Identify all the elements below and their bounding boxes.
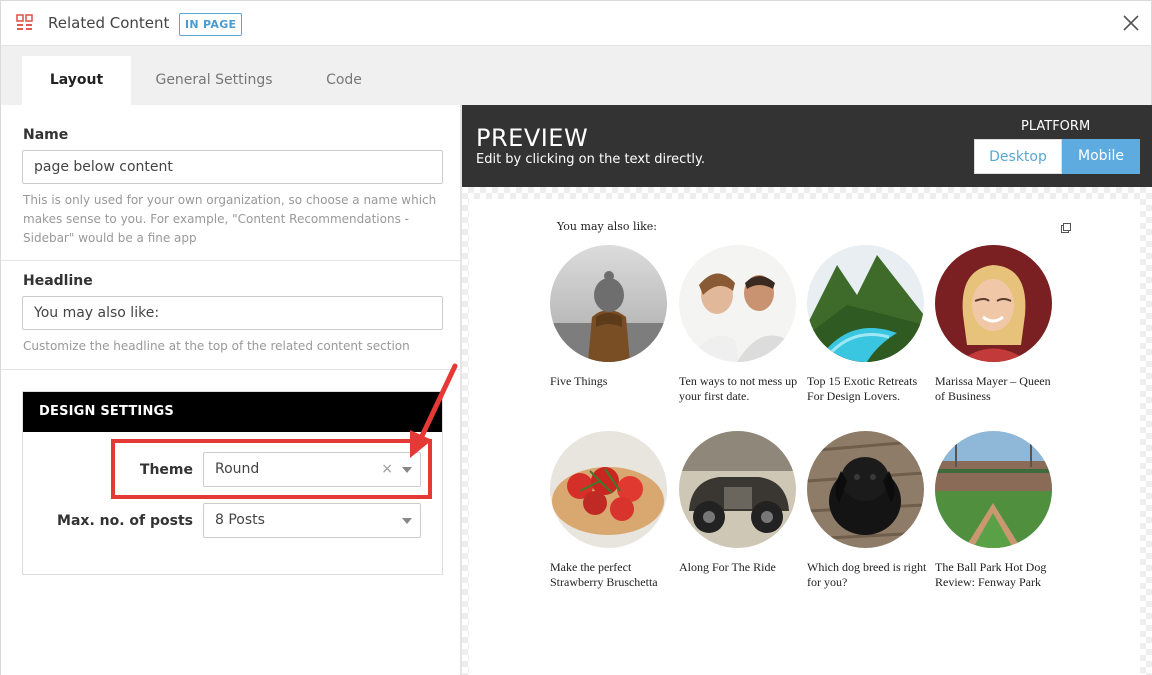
related-item[interactable]: Ten ways to not mess up your first date. [679,245,797,404]
related-item-title: Top 15 Exotic Retreats For Design Lovers… [807,374,918,403]
related-headline[interactable]: You may also like: [557,220,657,233]
theme-highlight-box [111,439,432,499]
preview-subtitle: Edit by clicking on the text directly. [476,152,705,167]
tab-bar: Layout General Settings Code [0,46,1152,105]
woman-portrait-thumbnail [935,245,1052,362]
related-item[interactable]: Top 15 Exotic Retreats For Design Lovers… [807,245,925,404]
preview-panel: PREVIEW Edit by clicking on the text dir… [462,105,1152,675]
related-item[interactable]: Which dog breed is right for you? [806,431,927,590]
expand-icon[interactable] [1061,223,1071,233]
related-item-title: Make the perfect Strawberry Bruschetta [550,560,658,589]
related-item[interactable]: Marissa Mayer – Queen of Business [935,245,1053,404]
vintage-car-thumbnail [679,431,796,548]
in-page-badge: IN PAGE [179,13,243,36]
chevron-down-icon [402,518,412,524]
tropical-pool-thumbnail [807,245,924,362]
headline-help-text: Customize the headline at the top of the… [23,339,410,353]
dialog-titlebar: Related Content IN PAGE [0,0,1152,46]
preview-title: PREVIEW [476,124,589,152]
related-item-title: Five Things [550,374,608,388]
preview-header: PREVIEW Edit by clicking on the text dir… [462,105,1152,187]
related-item-title: Marissa Mayer – Queen of Business [935,374,1051,403]
mobile-button[interactable]: Mobile [1062,139,1140,174]
headline-label: Headline [23,273,93,289]
name-help-text: This is only used for your own organizat… [23,193,437,245]
preview-canvas: You may also like: Five Things Ten ways … [462,187,1152,675]
related-item[interactable]: Five Things [550,245,668,389]
related-item[interactable]: The Ball Park Hot Dog Review: Fenway Par… [935,431,1053,590]
name-input[interactable]: page below content [22,150,443,184]
person-knit-hat-thumbnail [550,245,667,362]
couple-smiling-thumbnail [679,245,796,362]
tab-layout[interactable]: Layout [22,56,131,105]
desktop-button[interactable]: Desktop [974,139,1062,174]
black-puppy-thumbnail [806,431,925,548]
max-posts-label: Max. no. of posts [57,513,193,529]
tab-code[interactable]: Code [311,56,377,105]
related-content-icon [16,14,33,30]
related-item-title: Which dog breed is right for you? [807,560,927,589]
close-icon[interactable] [1121,13,1141,33]
divider [1,369,461,370]
design-settings-header: DESIGN SETTINGS [23,392,442,432]
related-item[interactable]: Make the perfect Strawberry Bruschetta [550,431,668,590]
divider [1,260,461,261]
related-item-title: Ten ways to not mess up your first date. [679,374,798,403]
related-item[interactable]: Along For The Ride [679,431,797,575]
related-item-title: Along For The Ride [679,560,776,574]
settings-panel: Name page below content This is only use… [0,105,462,675]
dialog-title: Related Content [48,14,170,32]
name-label: Name [23,127,69,143]
max-posts-select-value: 8 Posts [215,512,265,528]
strawberry-bruschetta-thumbnail [550,431,667,548]
tab-general-settings[interactable]: General Settings [147,56,281,105]
ballpark-thumbnail [935,431,1052,548]
headline-input[interactable]: You may also like: [22,296,443,330]
preview-content: You may also like: Five Things Ten ways … [469,199,1140,675]
related-item-title: The Ball Park Hot Dog Review: Fenway Par… [935,560,1047,589]
max-posts-select[interactable]: 8 Posts [203,503,421,538]
platform-label: PLATFORM [1021,119,1091,134]
